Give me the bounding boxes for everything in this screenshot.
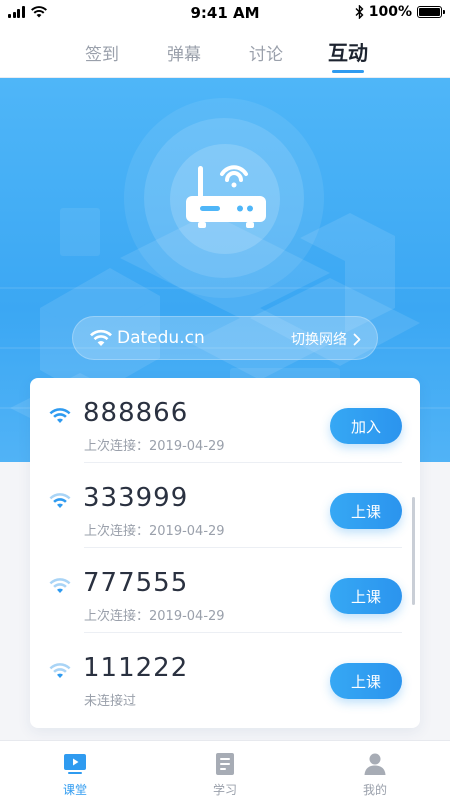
tab-interaction[interactable]: 互动 (307, 26, 389, 77)
classroom-list: 888866 上次连接：2019-04-29 加入 333999 上次连接：20… (30, 378, 420, 728)
start-class-button[interactable]: 上课 (330, 663, 402, 699)
nav-profile[interactable]: 我的 (340, 741, 410, 800)
classroom-code: 777555 (83, 568, 189, 598)
classroom-code: 111222 (83, 653, 189, 683)
switch-network-button[interactable]: 切换网络 (291, 329, 361, 349)
current-network-bar: Datedu.cn 切换网络 (72, 316, 378, 360)
classroom-code: 333999 (83, 483, 189, 513)
connection-status: 未连接过 (84, 694, 137, 709)
list-item[interactable]: 333999 上次连接：2019-04-29 上课 (30, 463, 420, 548)
status-bar: 9:41 AM 100% (0, 0, 450, 26)
nav-classroom-label: 课堂 (62, 783, 87, 797)
tab-danmaku[interactable]: 弹幕 (143, 26, 225, 77)
list-item[interactable]: 777555 上次连接：2019-04-29 上课 (30, 548, 420, 633)
nav-study-label: 学习 (212, 783, 237, 797)
network-name: Datedu.cn (117, 328, 205, 348)
start-class-button[interactable]: 上课 (330, 578, 402, 614)
list-item[interactable]: 888866 上次连接：2019-04-29 加入 (30, 378, 420, 463)
classroom-video-icon (64, 754, 86, 774)
wifi-icon (90, 329, 112, 346)
switch-network-label: 切换网络 (291, 332, 347, 348)
wifi-signal-icon (49, 493, 71, 508)
start-class-button[interactable]: 上课 (330, 493, 402, 529)
connection-status: 上次连接：2019-04-29 (84, 609, 225, 624)
battery-percent: 100% (368, 4, 412, 20)
status-right: 100% (355, 4, 445, 20)
router-icon (186, 165, 266, 228)
top-tabs: 签到 弹幕 讨论 互动 (0, 26, 450, 78)
nav-classroom[interactable]: 课堂 (40, 741, 110, 800)
bluetooth-icon (355, 5, 364, 19)
tab-checkin[interactable]: 签到 (61, 26, 143, 77)
battery-icon (417, 6, 445, 18)
profile-person-icon (364, 753, 386, 775)
study-book-icon (216, 753, 234, 775)
connection-status: 上次连接：2019-04-29 (84, 439, 225, 454)
nav-study[interactable]: 学习 (190, 741, 260, 800)
scrollbar-thumb[interactable] (412, 497, 415, 605)
wifi-signal-icon (49, 408, 71, 423)
tab-discussion[interactable]: 讨论 (225, 26, 307, 77)
list-item[interactable]: 111222 未连接过 上课 (30, 633, 420, 718)
chevron-right-icon (353, 333, 361, 345)
nav-profile-label: 我的 (362, 783, 387, 797)
wifi-signal-icon (49, 578, 71, 593)
connection-status: 上次连接：2019-04-29 (84, 524, 225, 539)
wifi-signal-icon (49, 663, 71, 678)
bottom-nav: 课堂 学习 我的 (0, 740, 450, 800)
classroom-code: 888866 (83, 398, 189, 428)
join-button[interactable]: 加入 (330, 408, 402, 444)
